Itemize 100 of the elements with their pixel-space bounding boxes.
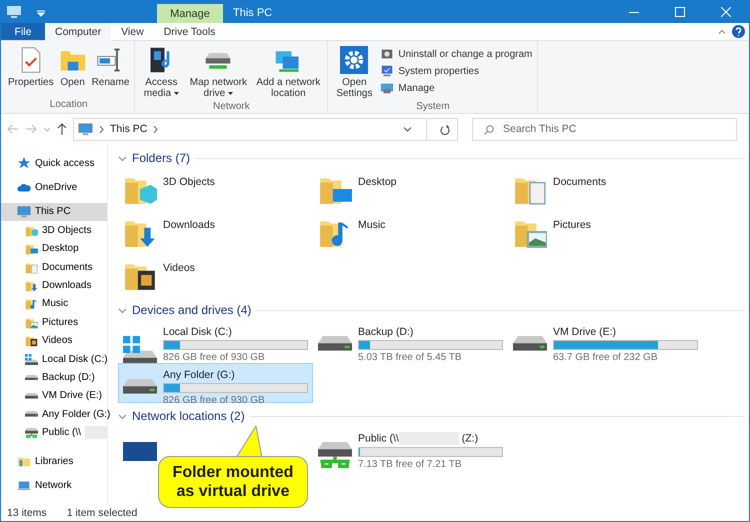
network-drive-icon [318,442,352,469]
ribbon-group-label: Network [212,101,251,113]
folder-name[interactable]: 3D Objects [163,176,215,188]
selected-drive-tile[interactable]: Any Folder (G:) 826 GB free of 930 GB [118,363,313,403]
document-folder-icon [25,260,38,274]
sidebar-item[interactable]: Downloads [1,276,107,295]
maximize-icon [675,7,685,17]
sidebar-item[interactable]: Quick access [1,154,107,172]
section-title: Folders (7) [132,151,190,165]
ribbon-button[interactable]: System properties [378,63,534,79]
breadcrumb-item[interactable]: This PC [110,123,148,135]
drive-icon [513,336,547,351]
sidebar-item[interactable]: Music [1,294,107,314]
folder-name[interactable]: Pictures [553,219,591,231]
sidebar-item[interactable]: Backup (D:) [1,368,107,387]
drive-icon [25,393,38,399]
picture-folder-icon [25,316,38,329]
program-box-icon [380,47,394,61]
free-space-text: 7.13 TB free of 7.21 TB [358,459,463,470]
video-folder-icon [25,334,38,348]
help-icon[interactable] [732,25,745,38]
ribbon-button[interactable]: Rename [90,44,132,99]
ribbon-group-label: Location [48,99,89,111]
sidebar-item[interactable]: Public (\\ [1,423,107,442]
computer-icon [7,6,21,18]
download-folder-icon [25,279,38,292]
refresh-icon[interactable] [440,124,450,134]
section-title: Network locations (2) [132,409,245,423]
chevron-icon [118,154,127,162]
drive-name[interactable]: Public (\\ (Z:) [358,432,503,445]
windows-drive-icon [123,336,157,366]
chevron-icon [118,412,127,420]
star-icon [17,156,31,170]
ribbon-button[interactable]: Open [56,44,89,99]
section-header[interactable]: Folders (7) [118,148,745,168]
sidebar-item[interactable]: Pictures [1,313,107,332]
item-count: 13 items [7,506,47,518]
folder-name[interactable]: Downloads [163,219,215,231]
windows-drive-icon [25,354,38,365]
sidebar-item[interactable]: Desktop [1,240,107,258]
sidebar-item[interactable]: OneDrive [1,178,107,197]
dropdown-icon[interactable] [403,126,412,132]
ribbon-tab[interactable]: Drive Tools [154,23,226,41]
sidebar-item[interactable]: Videos [1,332,107,350]
sidebar-item[interactable]: This PC [1,202,107,222]
search-field[interactable]: Search This PC [472,118,737,140]
logo-icon [123,442,157,462]
drive-name[interactable]: Local Disk (C:) [163,326,308,338]
drive-icon [25,411,38,418]
drive-name[interactable]: Backup (D:) [358,326,503,338]
drive-name[interactable]: VM Drive (E:) [553,326,698,338]
sidebar-item[interactable]: Libraries [1,452,107,470]
cube-folder-icon [25,224,38,237]
selection-status: 1 item selected [66,506,138,518]
free-space-text: 5.03 TB free of 5.45 TB [358,352,463,363]
close-icon [721,7,731,17]
free-space-text: 63.7 GB free of 232 GB [553,352,659,363]
sidebar-item[interactable]: 3D Objects [1,221,107,240]
network-drive-icon [25,428,38,438]
ribbon-button[interactable]: Open Settings [331,44,378,101]
sidebar-item[interactable]: VM Drive (E:) [1,386,107,406]
ribbon-button[interactable]: Uninstall or change a program [378,46,534,62]
folder-name[interactable]: Documents [553,176,606,188]
ribbon-button[interactable]: Add a network location [252,44,324,101]
computer-management-icon [380,81,394,95]
section-title: Devices and drives (4) [132,303,252,317]
sidebar-item[interactable]: Local Disk (C:) [1,350,107,368]
up-button[interactable] [57,123,67,135]
free-space-text: 826 GB free of 930 GB [163,352,266,363]
ribbon-tab[interactable]: File [1,23,45,41]
folder-name[interactable]: Music [358,219,386,231]
folder-name[interactable]: Videos [163,262,195,274]
ribbon-tab[interactable]: View [111,23,154,41]
drive-icon [123,379,157,394]
computer-icon [17,204,31,219]
sidebar-item[interactable]: Network [1,476,107,495]
computer-check-icon [380,64,394,78]
section-header[interactable]: Network locations (2) [118,406,745,426]
ribbon-group-label: System [415,101,451,113]
window-title: This PC [233,7,272,19]
folder-name[interactable]: Desktop [358,176,397,188]
settings-icon [340,46,368,74]
ribbon-button[interactable]: Access media [138,44,184,101]
section-header[interactable]: Devices and drives (4) [118,300,745,320]
drive-name[interactable]: Any Folder (G:) [163,369,308,381]
ribbon-button[interactable]: Properties [6,44,56,99]
drive-icon [25,374,38,380]
chevron-icon [118,306,127,314]
computer-icon [78,122,93,136]
drive-icon [318,336,352,351]
free-space-text: 826 GB free of 930 GB [163,395,266,406]
ribbon-tab[interactable]: Computer [45,23,112,41]
address-bar[interactable]: This PC [73,118,458,140]
desktop-folder-icon [25,242,38,256]
context-tab-label: Manage [157,4,223,23]
ribbon-button[interactable]: Manage [378,80,534,96]
sidebar-item[interactable]: Documents [1,258,107,276]
collapse-ribbon-icon[interactable] [718,29,726,34]
ribbon-button[interactable]: Map network drive [185,44,252,101]
music-folder-icon [25,297,38,310]
